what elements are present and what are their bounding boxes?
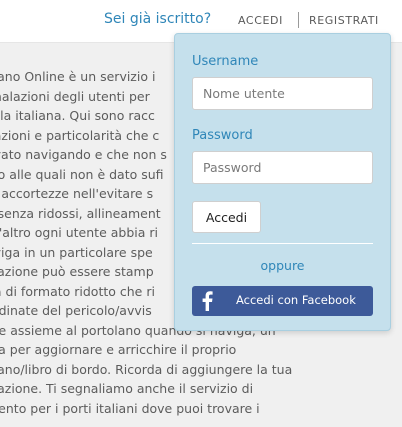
login-popover: Username Password Accedi oppure Accedi c…	[174, 33, 391, 331]
login-link[interactable]: ACCEDI	[238, 14, 283, 27]
or-separator-text: oppure	[260, 258, 305, 273]
username-label: Username	[192, 54, 259, 69]
facebook-login-label: Accedi con Facebook	[236, 293, 356, 307]
facebook-login-button[interactable]: Accedi con Facebook	[192, 286, 373, 316]
paragraph-line: ma per aggiornare e arricchire il propri…	[0, 342, 237, 357]
facebook-icon	[202, 291, 213, 311]
already-registered-prompt: Sei già iscritto?	[104, 11, 212, 27]
paragraph-line: mento per i porti italiani dove puoi tro…	[0, 400, 260, 416]
paragraph-line: olano/libro di bordo. Ricorda di aggiung…	[0, 361, 293, 377]
password-label: Password	[192, 128, 253, 143]
popover-divider	[192, 243, 373, 244]
login-submit-button[interactable]: Accedi	[192, 201, 261, 233]
password-input[interactable]	[192, 151, 373, 184]
paragraph-line: alazione. Ti segnaliamo anche il servizi…	[0, 381, 254, 396]
nav-separator	[298, 12, 299, 28]
page: Sei già iscritto? ACCEDI REGISTRATI olan…	[0, 0, 402, 427]
username-input[interactable]	[192, 77, 373, 110]
register-link[interactable]: REGISTRATI	[309, 14, 379, 27]
